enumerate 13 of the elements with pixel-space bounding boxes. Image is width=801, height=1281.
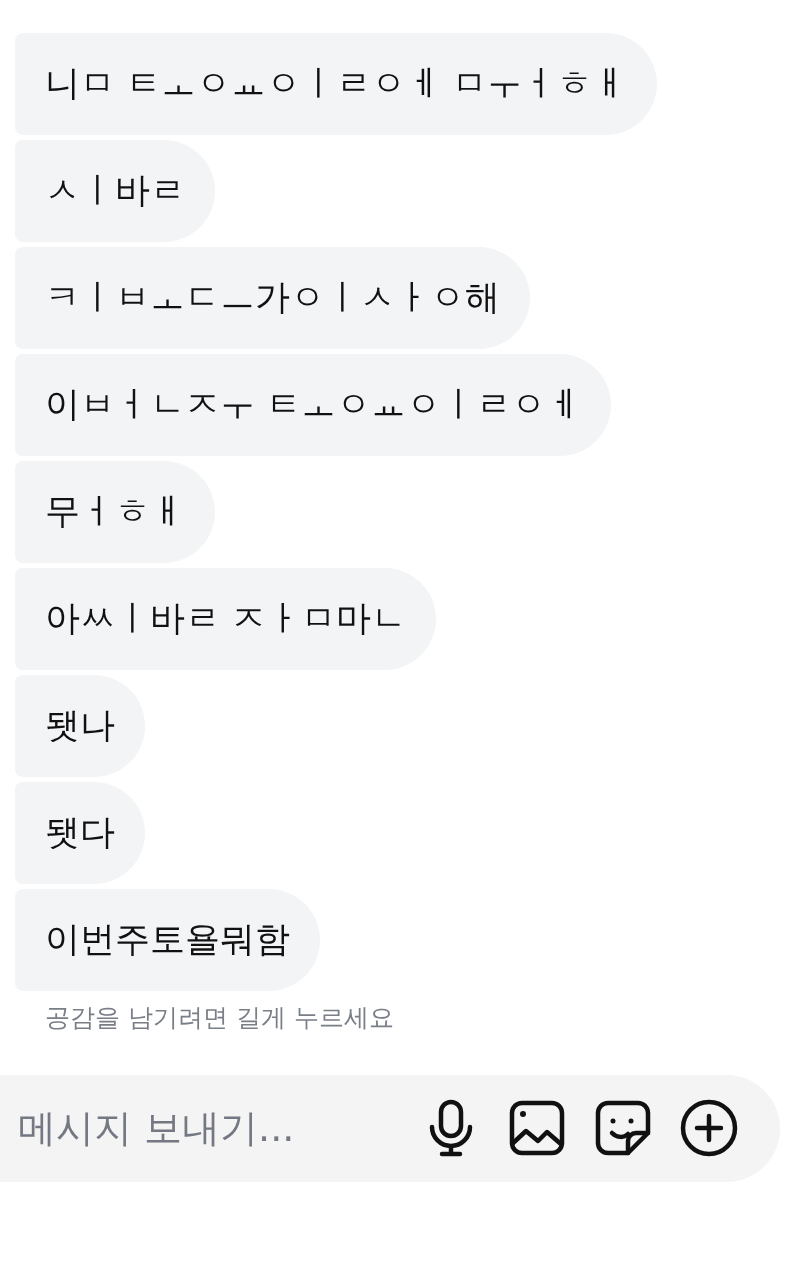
message-bubble: 무ㅓㅎㅐ [15, 461, 215, 563]
message-bubble: 아ㅆㅣ바ㄹ ㅈㅏㅁ마ㄴ [15, 568, 437, 670]
message-bubble: ㅅㅣ바ㄹ [15, 140, 215, 242]
message-bubble: 이ㅂㅓㄴㅈㅜ ㅌㅗㅇㅛㅇㅣㄹㅇㅔ [15, 354, 612, 456]
message-bubble: 니ㅁ ㅌㅗㅇㅛㅇㅣㄹㅇㅔ ㅁㅜㅓㅎㅐ [15, 33, 658, 135]
message-composer[interactable]: 메시지 보내기... [0, 1074, 780, 1182]
message-bubble: ㅋㅣㅂㅗㄷㅡ가ㅇㅣㅅㅏㅇ해 [15, 247, 530, 349]
message-bubble: 이번주토욜뭐함 [15, 889, 320, 991]
add-icon[interactable] [678, 1097, 740, 1159]
reaction-hint: 공감을 남기려면 길게 누르세요 [44, 1002, 395, 1034]
message-input[interactable]: 메시지 보내기... [16, 1098, 396, 1158]
message-bubble: 됏다 [15, 782, 145, 884]
message-bubble: 됏나 [15, 675, 145, 777]
